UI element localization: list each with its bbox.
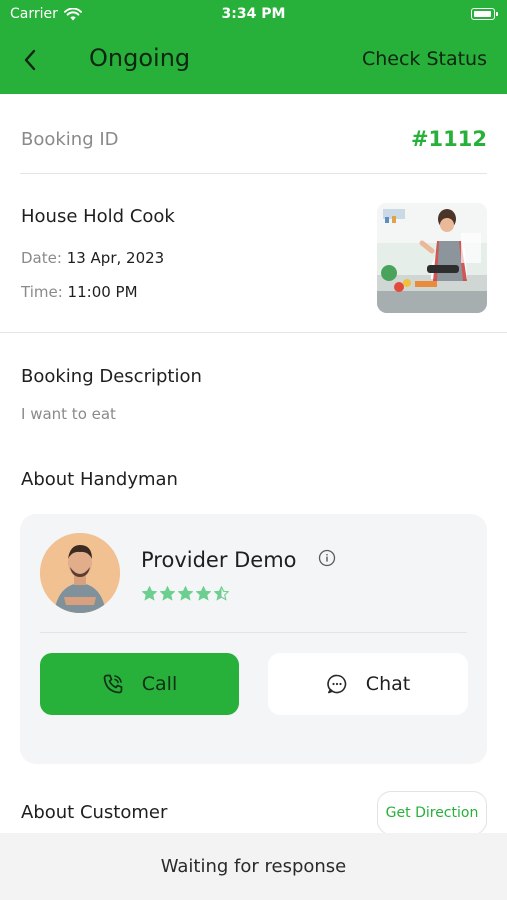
booking-id-label: Booking ID — [21, 128, 119, 150]
star-half-icon — [214, 586, 229, 601]
time-value: 11:00 PM — [67, 283, 138, 301]
chat-label: Chat — [365, 673, 411, 695]
back-button[interactable] — [16, 46, 44, 74]
call-label: Call — [141, 673, 178, 695]
page-title: Ongoing — [89, 44, 191, 72]
booking-time: Time: 11:00 PM — [21, 283, 138, 301]
service-image — [377, 203, 487, 313]
chat-button[interactable]: Chat — [268, 653, 468, 715]
star-filled-icon — [196, 586, 211, 601]
section-divider — [0, 332, 507, 333]
call-button[interactable]: Call — [40, 653, 239, 715]
service-name: House Hold Cook — [21, 206, 175, 227]
info-icon[interactable] — [318, 549, 336, 567]
status-bar: Carrier 3:34 PM — [0, 0, 507, 28]
chevron-left-icon — [24, 49, 36, 71]
battery-icon — [471, 8, 498, 20]
chat-bubble-icon — [327, 674, 347, 694]
get-direction-button[interactable]: Get Direction — [377, 791, 487, 835]
about-customer-title: About Customer — [21, 802, 168, 823]
card-divider — [40, 632, 467, 633]
avatar[interactable] — [40, 533, 120, 613]
star-filled-icon — [142, 586, 157, 601]
booking-date: Date: 13 Apr, 2023 — [21, 249, 164, 267]
divider — [20, 173, 487, 174]
provider-card: Provider Demo Call Chat — [20, 514, 487, 764]
rating-stars — [142, 586, 229, 601]
waiting-status-text: Waiting for response — [160, 856, 347, 877]
booking-id-row: Booking ID #1112 — [21, 124, 487, 154]
phone-icon — [103, 674, 123, 694]
about-handyman-title: About Handyman — [21, 469, 178, 490]
star-filled-icon — [178, 586, 193, 601]
date-label: Date: — [21, 249, 62, 267]
star-filled-icon — [160, 586, 175, 601]
booking-description-title: Booking Description — [21, 366, 202, 387]
time-label: Time: — [21, 283, 63, 301]
booking-description-text: I want to eat — [21, 405, 116, 423]
bottom-status-bar: Waiting for response — [0, 833, 507, 900]
top-app-bar: Carrier 3:34 PM Ongoing Check Status — [0, 0, 507, 94]
date-value: 13 Apr, 2023 — [66, 249, 165, 267]
provider-name: Provider Demo — [141, 548, 297, 572]
check-status-button[interactable]: Check Status — [362, 48, 487, 70]
booking-id-value: #1112 — [410, 127, 487, 151]
status-time: 3:34 PM — [221, 6, 286, 22]
